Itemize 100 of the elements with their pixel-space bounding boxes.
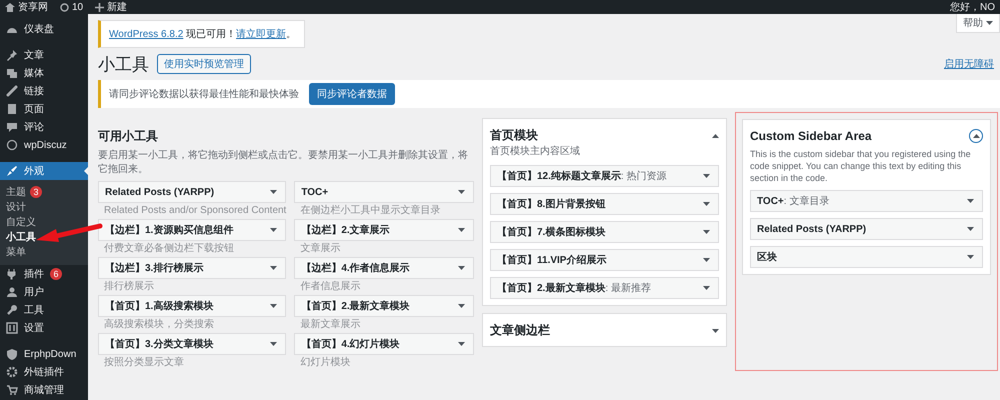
- section-title: 可用小工具: [98, 128, 159, 145]
- caret-icon: [270, 304, 278, 308]
- menu-item[interactable]: 评论: [0, 118, 88, 136]
- new-link[interactable]: 新建: [95, 0, 128, 14]
- update-link[interactable]: 请立即更新: [236, 29, 286, 40]
- caret-icon: [270, 342, 278, 346]
- menu-item[interactable]: 工具: [0, 301, 88, 319]
- updates-link[interactable]: 10: [60, 2, 84, 12]
- widget-bar[interactable]: TOC+: 文章目录: [750, 190, 983, 212]
- cart-icon: [6, 384, 18, 396]
- section-description: 要启用某一小工具，将它拖动到侧栏或点击它。要禁用某一小工具并删除其设置，将它拖回来。: [98, 149, 469, 177]
- widget-description: 幻灯片模块: [299, 356, 352, 370]
- widget-bar[interactable]: 区块: [750, 246, 983, 268]
- caret-icon: [270, 190, 278, 194]
- widget-bar[interactable]: 【首页】3.分类文章模块: [98, 333, 286, 355]
- widget-bar[interactable]: 【边栏】2.文章展示: [294, 219, 474, 241]
- caret-icon: [270, 228, 278, 232]
- menu-item[interactable]: ErphpDown: [0, 345, 88, 363]
- menu-item[interactable]: 页面: [0, 100, 88, 118]
- caret-icon: [270, 266, 278, 270]
- submenu-item[interactable]: 设计: [0, 199, 88, 214]
- widget-description: 高级搜索模块，分类搜索: [103, 318, 215, 332]
- widget-bar[interactable]: 【首页】12.纯标题文章展示: 热门资源: [490, 165, 719, 187]
- caret-icon: [703, 202, 710, 206]
- caret-icon: [458, 266, 465, 270]
- comment-icon: [6, 121, 18, 133]
- count-badge: 3: [30, 186, 42, 198]
- user-icon: [6, 286, 18, 298]
- shield-icon: [6, 348, 18, 360]
- area-title: 文章侧边栏: [490, 322, 550, 338]
- widget-bar[interactable]: Related Posts (YARPP): [98, 181, 286, 203]
- menu-item[interactable]: 商城管理: [0, 381, 88, 399]
- caret-icon: [458, 342, 465, 346]
- notice-text: 请同步评论数据以获得最佳性能和最快体验: [109, 88, 299, 101]
- plus-icon: [95, 2, 104, 12]
- menu-item[interactable]: 链接: [0, 82, 88, 100]
- widget-bar[interactable]: 【首页】2.最新文章模块: 最新推荐: [490, 277, 719, 299]
- widget-description: 最新文章展示: [299, 318, 362, 332]
- caret-icon: [703, 286, 710, 290]
- help-tab[interactable]: 帮助: [956, 14, 1000, 33]
- menu-item[interactable]: 插件 6: [0, 265, 88, 283]
- media-icon: [6, 67, 18, 79]
- widget-description: 在侧边栏小工具中显示文章目录: [299, 204, 442, 218]
- widget-bar[interactable]: 【首页】11.VIP介绍展示: [490, 249, 719, 271]
- submenu-item[interactable]: 菜单: [0, 244, 88, 259]
- widget-bar[interactable]: 【边栏】1.资源购买信息组件: [98, 219, 286, 241]
- caret-icon: [703, 258, 710, 262]
- menu-item[interactable]: 仪表盘: [0, 20, 88, 38]
- menu-item[interactable]: 设置: [0, 319, 88, 337]
- widget-description: 作者信息展示: [299, 280, 362, 294]
- widget-description: Related Posts and/or Sponsored Content: [103, 204, 286, 218]
- widget-bar[interactable]: 【边栏】4.作者信息展示: [294, 257, 474, 279]
- menu-item[interactable]: 用户: [0, 283, 88, 301]
- gear-icon: [6, 366, 18, 378]
- menu-item[interactable]: 外观: [0, 162, 88, 180]
- caret-icon: [967, 199, 974, 203]
- area-title: 首页模块: [490, 126, 538, 144]
- widget-bar[interactable]: TOC+: [294, 181, 474, 203]
- caret-icon: [967, 255, 974, 259]
- widget-bar[interactable]: 【首页】7.横条图标模块: [490, 221, 719, 243]
- submenu-item[interactable]: 小工具: [0, 229, 88, 244]
- widget-bar[interactable]: 【首页】4.幻灯片模块: [294, 333, 474, 355]
- page-title: 小工具: [98, 54, 149, 76]
- settings-icon: [6, 322, 18, 334]
- widget-bar[interactable]: 【首页】2.最新文章模块: [294, 295, 474, 317]
- caret-icon: [458, 228, 465, 232]
- widget-bar[interactable]: 【首页】1.高级搜索模块: [98, 295, 286, 317]
- caret-icon: [458, 190, 465, 194]
- caret-icon: [703, 230, 710, 234]
- preview-button[interactable]: 使用实时预览管理: [157, 54, 251, 74]
- site-link[interactable]: 资享网: [5, 0, 48, 14]
- accessibility-link[interactable]: 启用无障碍: [944, 57, 994, 71]
- menu-item[interactable]: 文章: [0, 46, 88, 64]
- widget-description: 文章展示: [299, 242, 342, 256]
- arrow-annotation: [36, 224, 102, 242]
- caret-icon: [458, 304, 465, 308]
- sync-button[interactable]: 同步评论者数据: [309, 83, 395, 105]
- widget-bar[interactable]: 【边栏】3.排行榜展示: [98, 257, 286, 279]
- submenu-item[interactable]: 自定义: [0, 214, 88, 229]
- widget-description: 排行榜展示: [103, 280, 155, 294]
- menu-item[interactable]: 媒体: [0, 64, 88, 82]
- toggle-button[interactable]: [969, 129, 983, 143]
- widget-description: 按照分类显示文章: [103, 356, 185, 370]
- menu-item[interactable]: wpDiscuz: [0, 136, 88, 154]
- caret-icon: [712, 134, 719, 138]
- caret-icon: [703, 174, 710, 178]
- greeting-link[interactable]: 您好，NO: [950, 0, 995, 14]
- update-notice: WordPress 6.8.2 现已可用！请立即更新。: [98, 20, 306, 48]
- area-description: This is the custom sidebar that you registered using the code snippet. You can change this text by editing this section in the code.: [750, 148, 972, 184]
- plug-icon: [6, 268, 18, 280]
- pin-icon: [6, 49, 18, 61]
- caret-icon: [712, 328, 719, 332]
- update-link[interactable]: WordPress 6.8.2: [109, 29, 184, 40]
- widget-bar[interactable]: 【首页】8.图片背景按钮: [490, 193, 719, 215]
- menu-item[interactable]: 外链插件: [0, 363, 88, 381]
- caret-icon: [972, 134, 980, 138]
- widget-bar[interactable]: Related Posts (YARPP): [750, 218, 983, 240]
- wrench-icon: [6, 304, 18, 316]
- widget-description: 付费文章必备侧边栏下载按钮: [103, 242, 235, 256]
- submenu-item[interactable]: 主题 3: [0, 184, 88, 199]
